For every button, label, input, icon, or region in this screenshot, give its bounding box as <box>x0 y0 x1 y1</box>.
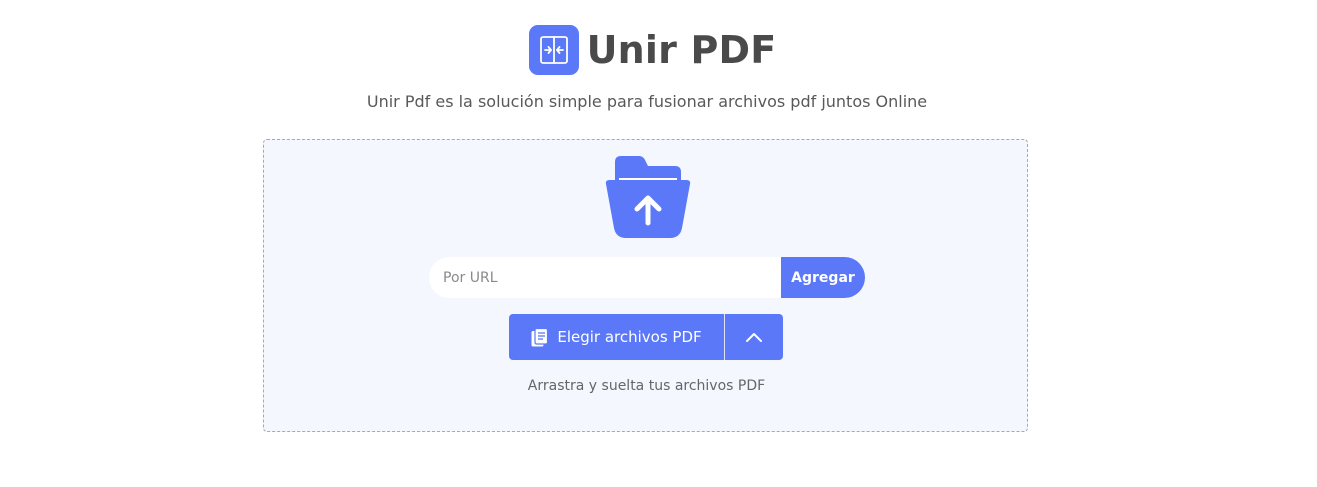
header: Unir PDF <box>0 25 1317 75</box>
merge-pdf-icon <box>528 25 579 75</box>
page-subtitle: Unir Pdf es la solución simple para fusi… <box>366 92 928 111</box>
choose-files-group: Elegir archivos PDF <box>509 314 783 360</box>
chevron-up-icon <box>746 333 762 342</box>
file-dropzone[interactable]: Agregar Elegir archivos PDF Arrastra y s… <box>263 139 1028 432</box>
drop-hint: Arrastra y suelta tus archivos PDF <box>527 378 766 394</box>
url-row: Agregar <box>429 257 865 298</box>
more-sources-toggle[interactable] <box>725 314 783 360</box>
documents-icon <box>531 327 549 346</box>
choose-files-label: Elegir archivos PDF <box>557 328 702 346</box>
page-title: Unir PDF <box>586 28 777 72</box>
add-url-button[interactable]: Agregar <box>781 257 865 298</box>
folder-upload-icon[interactable] <box>605 156 691 238</box>
choose-files-button[interactable]: Elegir archivos PDF <box>509 314 724 360</box>
url-input[interactable] <box>429 257 781 298</box>
